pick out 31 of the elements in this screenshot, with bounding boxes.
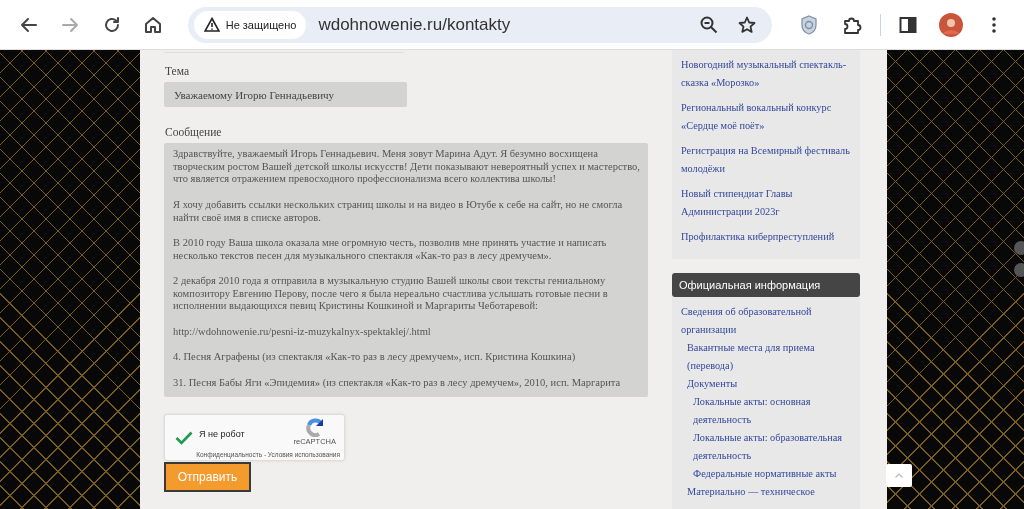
menu-icon[interactable] — [991, 15, 998, 34]
avatar-icon[interactable] — [939, 12, 964, 37]
news-link[interactable]: Регистрация на Всемирный фестиваль молодёжи — [681, 142, 851, 178]
field-label: Тема — [165, 65, 189, 77]
captcha-logo-icon — [304, 417, 325, 437]
security-chip[interactable]: Не защищено — [193, 10, 307, 39]
subject-field[interactable]: Уважаемому Игорю Геннадьевичу — [164, 82, 407, 107]
address-field[interactable]: wdohnowenie.ru/kontakty — [318, 14, 690, 35]
news-link[interactable]: Новогодний музыкальный спектакль-сказка «Морозко» — [681, 56, 851, 92]
shield-icon[interactable] — [800, 14, 819, 35]
zoom-out-icon[interactable] — [699, 15, 718, 34]
field-label: Сообщение — [165, 126, 222, 138]
menu-link[interactable]: Федеральные нормативные акты — [693, 465, 856, 483]
sidebar-icon[interactable] — [899, 15, 918, 34]
menu-link[interactable]: Локальные акты: основная деятельность — [693, 393, 856, 429]
chevron-up-icon — [895, 473, 903, 478]
news-link[interactable]: Новый стипендиат Главы Администрации 2023г — [681, 185, 851, 221]
menu-link[interactable]: Вакантные места для приема (перевода) — [687, 339, 856, 375]
checkmark-icon[interactable] — [175, 430, 193, 445]
captcha-label: Я не робот — [199, 428, 245, 439]
section-heading: Официальная информация — [672, 273, 860, 297]
star-icon[interactable] — [737, 15, 756, 34]
news-link[interactable]: Региональный вокальный конкурс «Сердце моё поёт» — [681, 99, 851, 135]
menu-link[interactable]: Материально — техническое — [687, 483, 856, 501]
home-icon[interactable] — [142, 14, 163, 35]
news-link[interactable]: Профилактика киберпреступлений — [681, 228, 851, 246]
menu-link[interactable]: Локальные акты: образовательная деятельность — [693, 429, 856, 465]
menu-link[interactable]: Документы — [687, 375, 856, 393]
warning-icon — [203, 17, 220, 32]
menu-link[interactable]: Сведения об образовательной организации — [681, 303, 856, 339]
message-field[interactable]: Здравствуйте, уважаемый Игорь Геннадьевич. Меня зовут Марина Адут. Я безумно восхищена творческим ростом Вашей детской школы искусств! Дети показывают невероятный успех и мастерство, что является отражением превосходного профессионализма всего коллектива школы! Я хочу добавить ссылки нескольких страниц школы и на видео в Ютубе к себе на сайт, но не смогла найти своё имя в списке авторов. В 2010 году Ваша школа оказала мне огромную честь, позволив мне принять участие и написать несколько текстов песен для музыкального спектакля «Как-то раз в лесу дремучем». 2 декабря 2010 года я отправила в музыкальную студию Вашей школы свои тексты гениальному композитору Евгению Перову, после чего я была нереально счастлива услышать готовые песни в исполнении выдающихся певиц Кристины Кошкиной и Маргариты Чеботаревой: http://wdohnowenie.ru/pesni-iz-muzykalnyx-spektaklej/.html 4. Песня Аграфены (из спектакля «Как-то раз в лесу дремучем», исп. Кристина Кошкина) 31. Песня Бабы Яги «Эпидемия» (из спектакля «Как-то раз в лесу дремучем», 2010, исп. Маргарита — [164, 143, 648, 397]
